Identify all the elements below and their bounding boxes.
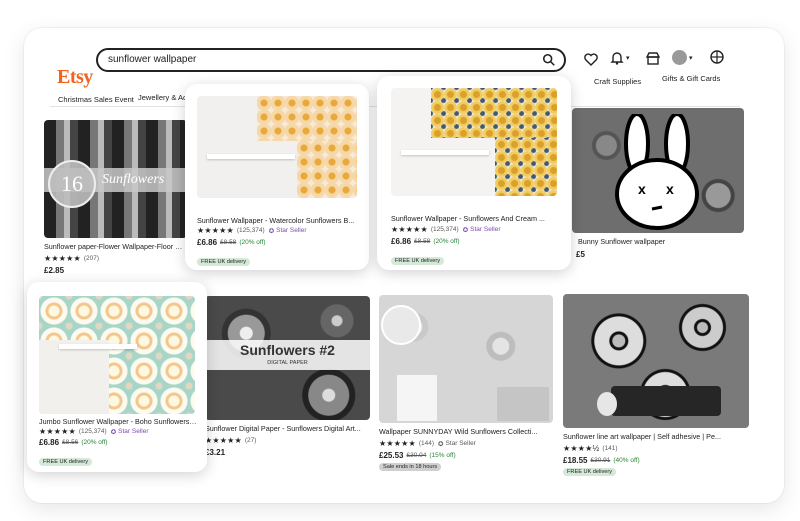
search-input[interactable]: sunflower wallpaper [108,54,196,65]
listing-image[interactable]: 16 Sunflowers [44,120,187,238]
listing-image[interactable] [563,294,749,428]
rating-stars: ★★★★★ [197,226,234,235]
discount: (20% off) [433,238,460,245]
star-seller-label: Star Seller [118,428,149,435]
listing-card[interactable]: Sunflower line art wallpaper | Self adhe… [563,294,751,476]
listing-image[interactable] [39,296,195,414]
discount: (20% off) [239,239,266,246]
review-count: (27) [244,437,257,444]
free-delivery-badge: FREE UK delivery [563,468,617,476]
review-count: (141) [602,445,618,452]
sixteen-badge: 16 [48,160,96,208]
listing-title[interactable]: Sunflower paper-Flower Wallpaper-Floor P… [44,242,187,251]
etsy-logo[interactable]: Etsy [57,66,93,89]
rating-stars: ★★★★★ [44,254,81,263]
bunny-illustration: x x [615,114,699,230]
nav-craft-supplies[interactable]: Craft Supplies [594,77,641,86]
nav-gifts[interactable]: Gifts & Gift Cards [662,74,720,83]
basket-icon[interactable] [709,49,725,65]
listing-card-hover[interactable]: Sunflower Wallpaper - Sunflowers And Cre… [377,76,571,270]
rating-stars: ★★★★½ [563,444,600,453]
star-seller-label: Star Seller [276,227,307,234]
listing-price: £6.86 [197,238,218,247]
free-delivery-badge: FREE UK delivery [39,458,93,466]
original-price: £30.04 [406,452,427,459]
listing-price: £6.86 [391,237,412,246]
listing-price: £5 [576,250,585,259]
image-caption: Sunflowers #2 [240,342,335,358]
rating-stars: ★★★★★ [391,225,428,234]
original-price: £30.91 [590,457,611,464]
search-bar[interactable]: sunflower wallpaper [96,48,566,72]
listing-image[interactable] [197,96,357,198]
listing-title[interactable]: Sunflower Wallpaper - Watercolor Sunflow… [197,216,357,225]
chevron-down-icon[interactable]: ▾ [689,54,693,62]
heart-icon[interactable] [583,51,599,67]
discount: (15% off) [429,452,456,459]
image-subcaption: DIGITAL PAPER [267,360,308,366]
listing-price: £2.85 [44,266,65,275]
review-count: (207) [83,255,100,262]
listing-price: £18.55 [563,456,588,465]
discount: (20% off) [81,439,108,446]
original-price: £8.56 [62,439,79,446]
avatar[interactable] [672,50,687,65]
svg-text:x: x [638,181,646,197]
listing-price: £3.21 [205,448,226,457]
listing-card-hover[interactable]: Sunflower Wallpaper - Watercolor Sunflow… [185,84,369,270]
free-delivery-badge: FREE UK delivery [197,258,251,266]
review-count: (144) [418,440,435,447]
review-count: (125,374) [430,226,459,233]
chevron-down-icon[interactable]: ▾ [626,54,630,62]
shop-icon[interactable] [645,50,661,66]
star-seller-label: Star Seller [445,440,476,447]
listing-title[interactable]: Wallpaper SUNNYDAY Wild Sunflowers Colle… [379,427,551,436]
star-seller-icon: ✪ [110,428,117,436]
image-caption: Sunflowers [102,172,165,187]
listing-card[interactable]: Wallpaper SUNNYDAY Wild Sunflowers Colle… [379,295,554,471]
review-count: (125,374) [236,227,265,234]
rating-stars: ★★★★★ [379,439,416,448]
listing-image[interactable]: Sunflowers #2 DIGITAL PAPER [205,296,370,420]
listing-card[interactable]: x x Bunny Sunflower wallpaper £5 [572,108,744,259]
listing-card-hover[interactable]: Jumbo Sunflower Wallpaper - Boho Sunflow… [27,282,207,472]
search-icon[interactable] [542,53,556,67]
discount: (40% off) [613,457,640,464]
original-price: £8.58 [414,238,431,245]
sale-ends-badge: Sale ends in 18 hours [379,463,442,471]
listing-image[interactable] [379,295,553,423]
listing-title[interactable]: Bunny Sunflower wallpaper [572,237,744,246]
star-seller-icon: ✪ [438,440,444,448]
star-seller-icon: ✪ [268,227,275,235]
original-price: £8.58 [220,239,237,246]
listing-image[interactable] [391,88,557,196]
nav-christmas-sales[interactable]: Christmas Sales Event [58,95,134,104]
listing-title[interactable]: Sunflower Digital Paper - Sunflowers Dig… [205,424,370,433]
star-seller-icon: ✪ [462,226,469,234]
listing-image[interactable]: x x [572,108,744,233]
listing-card[interactable]: 16 Sunflowers Sunflower paper-Flower Wal… [44,120,189,275]
listing-title[interactable]: Sunflower line art wallpaper | Self adhe… [563,432,749,441]
svg-text:x: x [666,181,674,197]
listing-card[interactable]: Sunflowers #2 DIGITAL PAPER Sunflower Di… [205,296,370,457]
listing-price: £25.53 [379,451,404,460]
free-delivery-badge: FREE UK delivery [391,257,445,265]
star-seller-label: Star Seller [470,226,501,233]
listing-title[interactable]: Sunflower Wallpaper - Sunflowers And Cre… [391,214,561,223]
listing-title[interactable]: Jumbo Sunflower Wallpaper - Boho Sunflow… [39,417,197,426]
listing-price: £6.86 [39,438,60,447]
bell-icon[interactable] [609,50,625,66]
rating-stars: ★★★★★ [39,427,76,436]
rating-stars: ★★★★★ [205,436,242,445]
review-count: (125,374) [78,428,107,435]
